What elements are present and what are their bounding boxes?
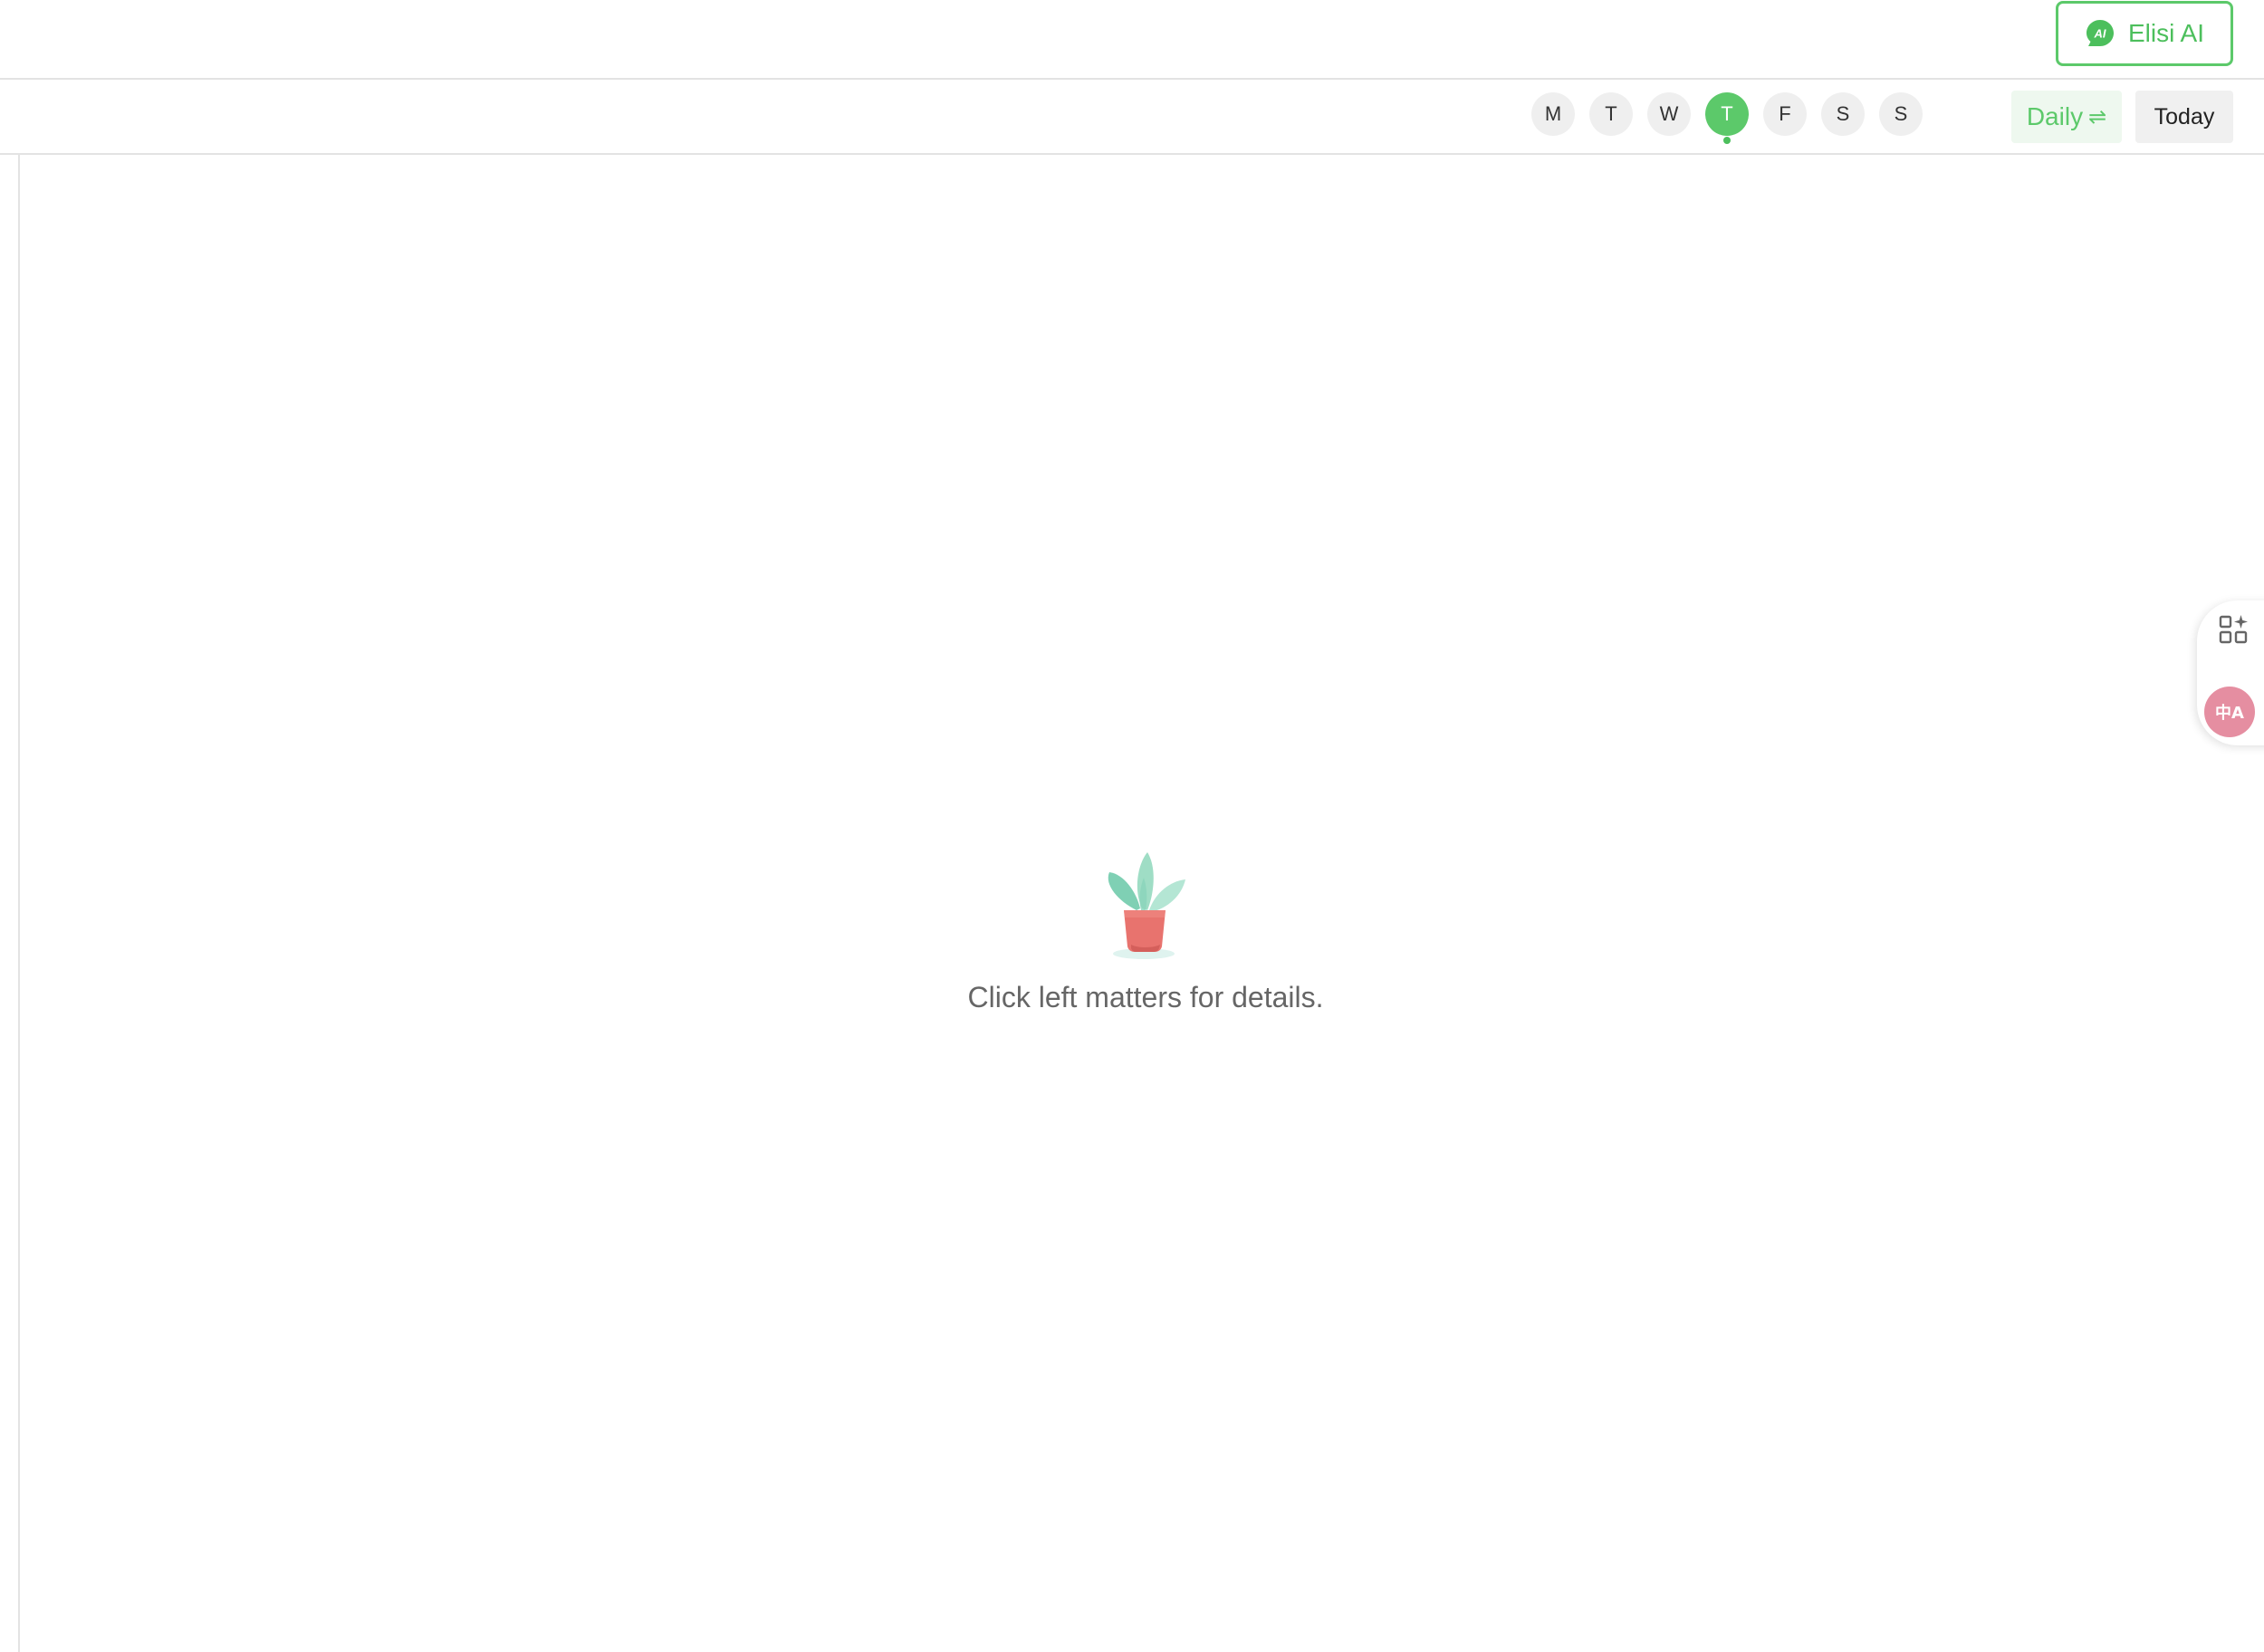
apps-sparkle-icon[interactable]	[2211, 607, 2257, 652]
day-button-5[interactable]: S	[1821, 92, 1865, 136]
translate-icon-text: 中A	[2215, 703, 2244, 723]
day-button-2[interactable]: W	[1647, 92, 1691, 136]
empty-state-message: Click left matters for details.	[967, 981, 1324, 1013]
app-window: AI Elisi AI MTWTFSS Daily ⇌ Today Click …	[0, 0, 2264, 1652]
swap-icon: ⇌	[2088, 104, 2107, 130]
ai-chat-icon: AI	[2085, 18, 2115, 49]
today-button[interactable]: Today	[2135, 91, 2233, 143]
view-mode-toggle[interactable]: Daily ⇌	[2011, 91, 2122, 143]
empty-state: Click left matters for details.	[906, 847, 1386, 1014]
day-button-1[interactable]: T	[1589, 92, 1633, 136]
day-button-6[interactable]: S	[1879, 92, 1923, 136]
elisi-ai-label: Elisi AI	[2127, 19, 2205, 47]
top-bar: AI Elisi AI	[0, 0, 2264, 80]
translate-icon[interactable]: 中A	[2204, 687, 2255, 737]
view-mode-label: Daily	[2026, 102, 2084, 130]
left-panel-divider[interactable]	[18, 155, 20, 1652]
ai-badge-text: AI	[2093, 27, 2106, 41]
elisi-ai-button[interactable]: AI Elisi AI	[2056, 1, 2233, 66]
day-button-0[interactable]: M	[1531, 92, 1575, 136]
date-toolbar: MTWTFSS Daily ⇌ Today	[0, 80, 2264, 155]
today-indicator-dot	[1723, 137, 1731, 144]
potted-plant-icon	[1108, 852, 1185, 959]
day-button-4[interactable]: F	[1763, 92, 1807, 136]
day-button-3[interactable]: T	[1705, 92, 1749, 136]
